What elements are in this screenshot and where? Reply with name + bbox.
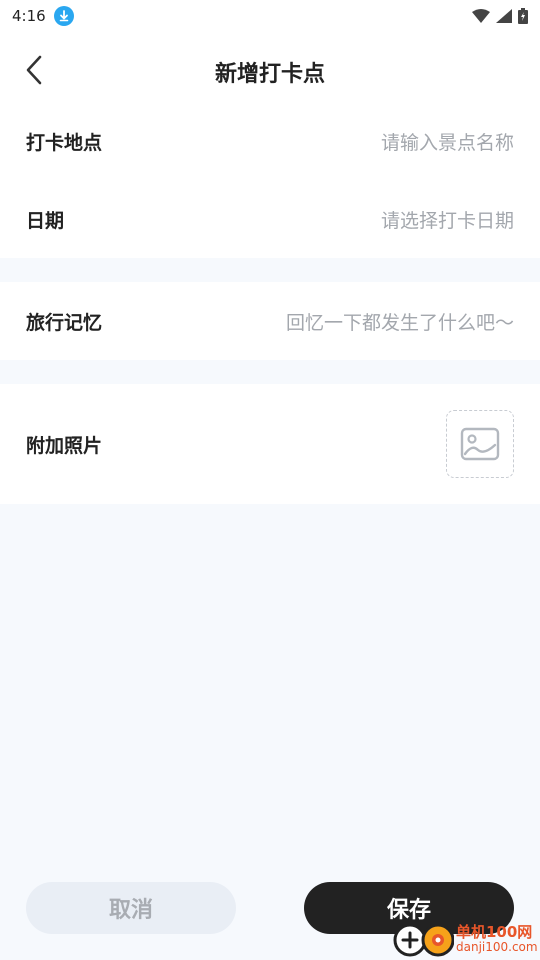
photo-label: 附加照片	[26, 434, 103, 457]
date-label: 日期	[26, 209, 65, 232]
watermark-line1: 单机100网	[456, 922, 533, 941]
date-picker[interactable]: 请选择打卡日期	[381, 206, 514, 233]
add-photo-button[interactable]	[446, 410, 514, 478]
date-row[interactable]: 日期 请选择打卡日期	[0, 180, 540, 258]
screen: 4:16 新增打卡点 打卡地点 请输入景点名称 日期 请选择打卡日期 旅行记忆 …	[0, 0, 540, 960]
wifi-icon	[472, 9, 490, 23]
watermark-logo-icon	[393, 923, 454, 957]
download-badge-icon	[53, 6, 74, 26]
watermark-line2: danji100.com	[456, 939, 538, 954]
watermark: 单机100网 danji100.com	[392, 918, 540, 960]
basic-info-section: 打卡地点 请输入景点名称 日期 请选择打卡日期	[0, 102, 540, 258]
cancel-button[interactable]: 取消	[26, 882, 236, 934]
page-title: 新增打卡点	[214, 62, 325, 87]
location-label: 打卡地点	[26, 131, 103, 154]
memory-section: 旅行记忆 回忆一下都发生了什么吧～	[0, 282, 540, 360]
status-time: 4:16	[12, 7, 46, 25]
location-row[interactable]: 打卡地点 请输入景点名称	[0, 102, 540, 180]
memory-row[interactable]: 旅行记忆 回忆一下都发生了什么吧～	[0, 282, 540, 360]
image-placeholder-icon	[460, 427, 500, 461]
status-icons	[472, 8, 528, 24]
photo-row: 附加照片	[0, 384, 540, 504]
memory-label: 旅行记忆	[26, 311, 103, 334]
memory-input[interactable]: 回忆一下都发生了什么吧～	[286, 308, 514, 335]
photo-section: 附加照片	[0, 384, 540, 504]
watermark-text: 单机100网 danji100.com	[456, 922, 538, 954]
location-input[interactable]: 请输入景点名称	[381, 128, 514, 155]
app-header: 新增打卡点	[0, 32, 540, 108]
signal-icon	[496, 9, 512, 23]
status-bar: 4:16	[0, 0, 540, 32]
battery-charging-icon	[518, 8, 528, 24]
